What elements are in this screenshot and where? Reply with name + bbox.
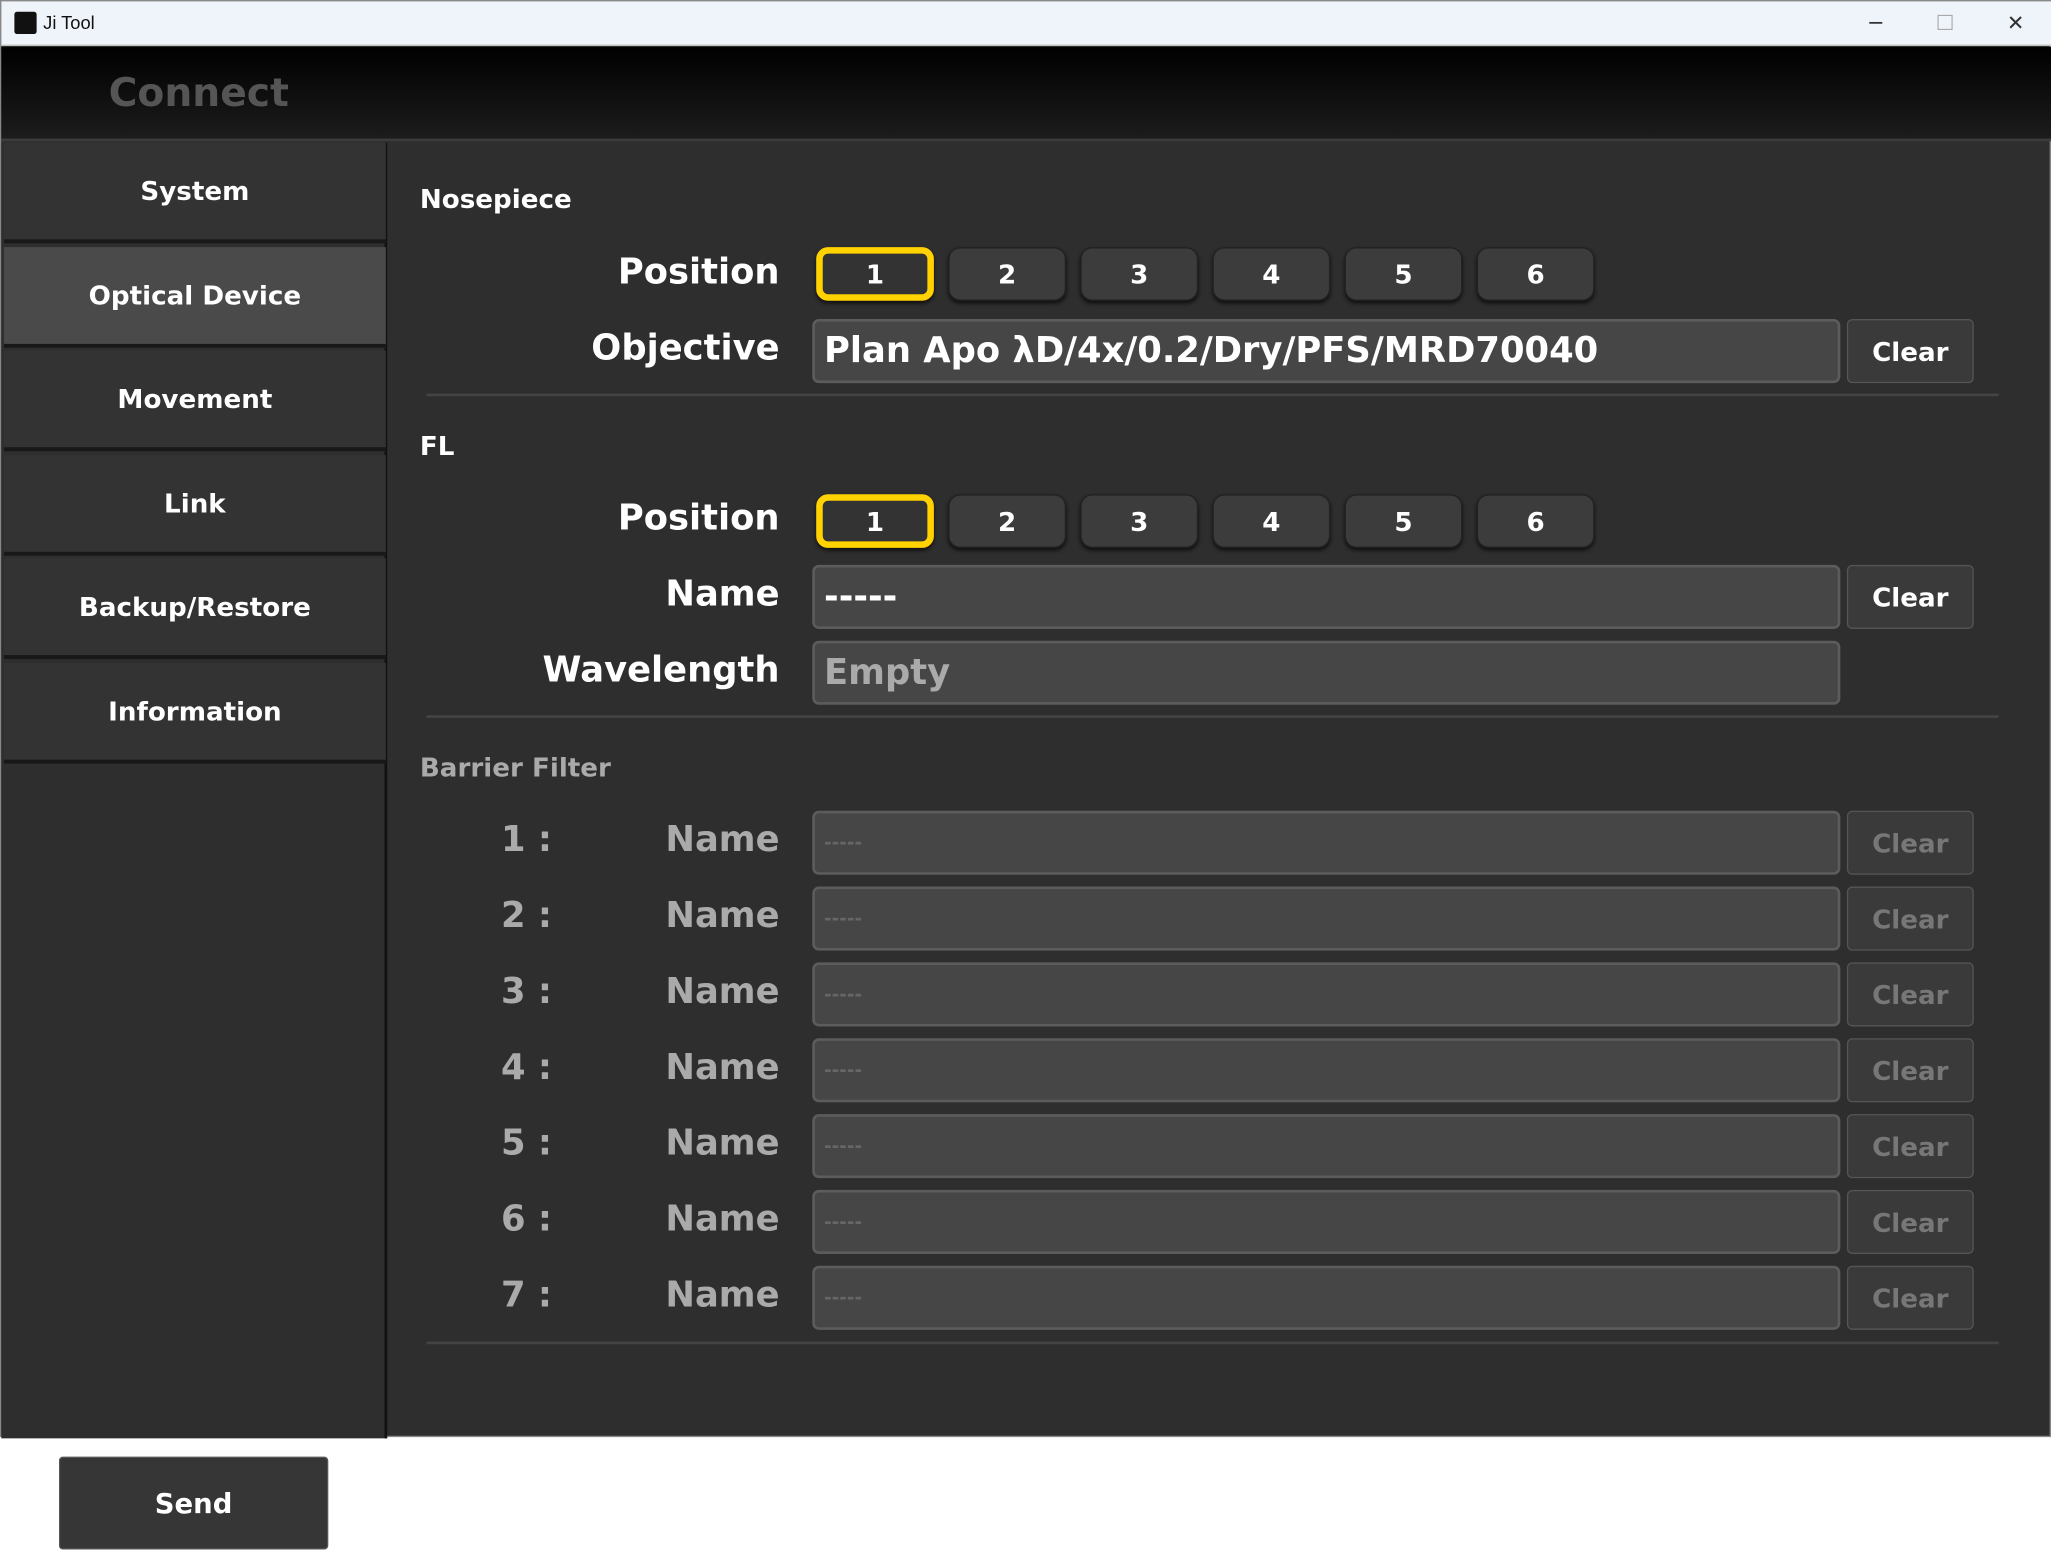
objective-field[interactable]: Plan Apo λD/4x/0.2/Dry/PFS/MRD70040 [812,319,1841,384]
fl-position-button-6[interactable]: 6 [1476,494,1595,548]
barrier-clear-button[interactable]: Clear [1846,1114,1974,1179]
sidebar-item-information[interactable]: Information [3,662,386,763]
divider [426,393,1999,397]
divider [426,1341,1999,1345]
fl-position-button-1[interactable]: 1 [816,494,934,548]
divider [426,715,1999,718]
barrier-name-label: Name [665,1123,780,1164]
nosepiece-position-button-4[interactable]: 4 [1212,247,1331,301]
wavelength-field[interactable]: Empty [812,640,1841,705]
fl-clear-button[interactable]: Clear [1846,564,1974,629]
header: Connect [1,47,2051,142]
wavelength-label: Wavelength [542,649,780,691]
close-button[interactable]: ✕ [1989,7,2041,41]
minimize-button[interactable]: ─ [1850,7,1902,41]
barrier-clear-button[interactable]: Clear [1846,1265,1974,1330]
barrier-clear-button[interactable]: Clear [1846,1038,1974,1103]
nosepiece-position-label: Position [617,252,780,293]
fl-name-label: Name [665,574,780,615]
barrier-clear-button[interactable]: Clear [1846,962,1974,1027]
fl-position-button-5[interactable]: 5 [1344,494,1463,548]
barrier-name-field[interactable]: ----- [812,1038,1841,1103]
send-button[interactable]: Send [58,1456,329,1550]
fl-position-label: Position [617,498,780,539]
objective-clear-button[interactable]: Clear [1846,319,1974,384]
sidebar-item-movement[interactable]: Movement [3,350,386,452]
app-icon [14,11,37,34]
fl-position-button-3[interactable]: 3 [1080,494,1199,548]
sidebar-item-backup-restore[interactable]: Backup/Restore [3,558,386,660]
barrier-name-field[interactable]: ----- [812,1189,1841,1254]
barrier-name-field[interactable]: ----- [812,1265,1841,1330]
title-bar: Ji Tool ─ ☐ ✕ [1,1,2051,46]
barrier-clear-button[interactable]: Clear [1846,1189,1974,1254]
barrier-name-field[interactable]: ----- [812,1114,1841,1179]
barrier-name-field[interactable]: ----- [812,886,1841,951]
fl-heading: FL [419,430,455,462]
barrier-name-label: Name [665,971,780,1013]
nosepiece-position-button-3[interactable]: 3 [1080,247,1199,301]
fl-position-button-4[interactable]: 4 [1212,494,1331,548]
sidebar-item-optical-device[interactable]: Optical Device [3,246,386,348]
sidebar: System Optical Device Movement Link Backup/R… [1,142,388,1550]
window-title: Ji Tool [43,11,95,33]
connect-button[interactable]: Connect [109,71,289,117]
barrier-name-label: Name [665,1199,780,1240]
nosepiece-position-button-2[interactable]: 2 [948,247,1067,301]
fl-position-button-2[interactable]: 2 [948,494,1067,548]
nosepiece-heading: Nosepiece [419,183,572,215]
barrier-name-field[interactable]: ----- [812,810,1841,875]
nosepiece-position-button-1[interactable]: 1 [816,247,934,301]
sidebar-item-system[interactable]: System [3,142,386,244]
barrier-name-field[interactable]: ----- [812,962,1841,1027]
app-window: Ji Tool ─ ☐ ✕ Connect System Optical Devi… [0,0,2051,1550]
maximize-button[interactable]: ☐ [1919,7,1971,41]
barrier-name-label: Name [665,1047,780,1088]
barrier-filter-heading: Barrier Filter [419,751,611,784]
nosepiece-position-button-5[interactable]: 5 [1344,247,1463,301]
fl-name-field[interactable]: ----- [812,564,1841,629]
barrier-clear-button[interactable]: Clear [1846,886,1974,951]
barrier-name-label: Name [665,895,780,937]
nosepiece-position-button-6[interactable]: 6 [1476,247,1595,301]
sidebar-item-link[interactable]: Link [3,454,386,556]
objective-label: Objective [591,328,780,369]
barrier-name-label: Name [665,1274,780,1316]
barrier-name-label: Name [665,819,780,861]
barrier-clear-button[interactable]: Clear [1846,810,1974,875]
